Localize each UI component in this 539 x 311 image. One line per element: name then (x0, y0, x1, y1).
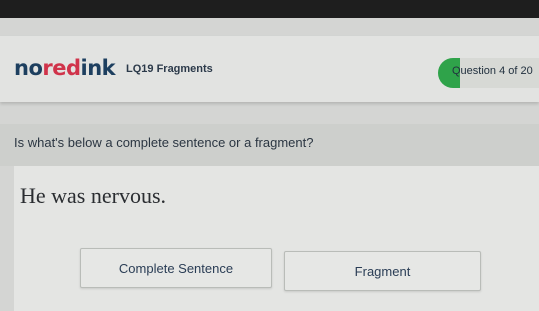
sentence-text: He was nervous. (20, 183, 167, 208)
logo-part-red: red (42, 56, 81, 80)
question-counter: Question 4 of 20 (452, 65, 533, 77)
complete-sentence-button[interactable]: Complete Sentence (80, 248, 272, 288)
logo-part-ink: ink (80, 56, 116, 80)
prompt-band: Is what's below a complete sentence or a… (0, 124, 539, 166)
top-dark-bar (0, 0, 539, 18)
question-content: He was nervous. Complete Sentence Fragme… (14, 166, 539, 311)
fragment-button[interactable]: Fragment (284, 251, 481, 291)
app-header: noredink LQ19 Fragments Question 4 of 20 (0, 36, 539, 102)
quiz-title: LQ19 Fragments (126, 63, 213, 75)
noredink-logo[interactable]: noredink (14, 56, 116, 80)
logo-part-no: no (14, 56, 43, 80)
question-prompt: Is what's below a complete sentence or a… (14, 135, 314, 150)
